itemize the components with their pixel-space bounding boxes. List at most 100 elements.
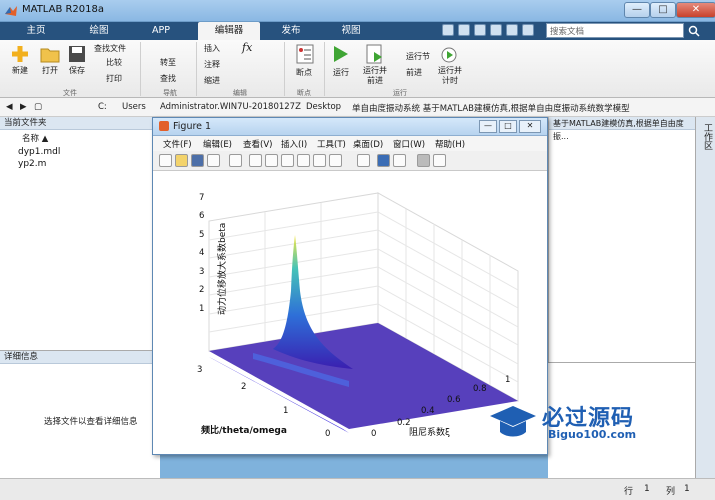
save-icon	[69, 46, 85, 62]
z-tick-label: 4	[199, 248, 204, 258]
new-icon	[12, 46, 28, 62]
cut-icon[interactable]	[458, 24, 470, 36]
tab-home[interactable]: 主页	[14, 22, 58, 40]
brush-icon[interactable]	[329, 154, 342, 167]
comment-button[interactable]: 注释	[204, 60, 220, 70]
breadcrumb-folder[interactable]: 单自由度振动系统 基于MATLAB建模仿真,根据单自由度振动系统数学模型	[352, 102, 630, 114]
forward-icon[interactable]: ▶	[20, 102, 27, 112]
figure-maximize-button[interactable]: □	[499, 120, 517, 133]
tab-view[interactable]: 视图	[326, 22, 376, 40]
breakpoints-button[interactable]: 断点	[288, 68, 320, 78]
zoom-out-icon[interactable]	[265, 154, 278, 167]
search-input[interactable]: 搜索文档	[546, 23, 684, 38]
current-folder-title: 当前文件夹	[0, 117, 159, 130]
open-icon[interactable]	[175, 154, 188, 167]
menu-view[interactable]: 查看(V)	[243, 138, 272, 150]
pan-icon[interactable]	[281, 154, 294, 167]
legend-icon[interactable]	[393, 154, 406, 167]
save-icon[interactable]	[191, 154, 204, 167]
breadcrumb-c[interactable]: C:	[98, 102, 107, 112]
tab-plots[interactable]: 绘图	[74, 22, 124, 40]
back-icon[interactable]: ◀	[6, 102, 13, 112]
z-tick-label: 3	[199, 267, 204, 277]
link-icon[interactable]	[357, 154, 370, 167]
x-tick-label: 0.6	[447, 395, 461, 405]
new-figure-icon[interactable]	[159, 154, 172, 167]
paste-icon[interactable]	[490, 24, 502, 36]
run-section-button[interactable]: 运行节	[406, 52, 430, 62]
redo-icon[interactable]	[522, 24, 534, 36]
maximize-button[interactable]: □	[650, 2, 676, 18]
goto-button[interactable]: 转至	[160, 58, 176, 68]
tab-editor[interactable]: 编辑器	[198, 22, 260, 40]
workspace-label: 工作区	[702, 123, 712, 150]
compare-button[interactable]: 比较	[106, 58, 122, 68]
close-button[interactable]: ✕	[676, 2, 715, 18]
z-tick-label: 2	[199, 285, 204, 295]
rotate-icon[interactable]	[297, 154, 310, 167]
z-tick-label: 7	[199, 193, 204, 203]
show-tools-icon[interactable]	[433, 154, 446, 167]
minimize-button[interactable]: —	[624, 2, 650, 18]
menu-edit[interactable]: 编辑(E)	[203, 138, 232, 150]
zoom-in-icon[interactable]	[249, 154, 262, 167]
breadcrumb-admin[interactable]: Administrator.WIN7U-20180127Z	[160, 102, 301, 112]
menu-tools[interactable]: 工具(T)	[317, 138, 346, 150]
details-message: 选择文件以查看详细信息	[44, 417, 138, 427]
file-item[interactable]: yp2.m	[18, 159, 46, 169]
title-bar: MATLAB R2018a — □ ✕	[0, 0, 715, 22]
file-group-label: 文件	[63, 89, 77, 97]
address-bar: ◀ ▶ ▢ C: Users Administrator.WIN7U-20180…	[0, 98, 715, 117]
copy-icon[interactable]	[474, 24, 486, 36]
menu-insert[interactable]: 插入(I)	[281, 138, 307, 150]
menu-window[interactable]: 窗口(W)	[393, 138, 425, 150]
data-cursor-icon[interactable]	[313, 154, 326, 167]
save-button[interactable]: 保存	[64, 66, 90, 76]
colorbar-icon[interactable]	[377, 154, 390, 167]
print-icon[interactable]	[207, 154, 220, 167]
ribbon-tab-bar: 主页 绘图 APP 编辑器 发布 视图 搜索文档	[0, 22, 715, 40]
advance-button[interactable]: 前进	[406, 68, 422, 78]
folder-up-icon[interactable]: ▢	[34, 102, 42, 112]
fx-button[interactable]: fx	[242, 42, 252, 53]
find-files-button[interactable]: 查找文件	[94, 44, 126, 54]
run-advance-button[interactable]: 运行并 前进	[358, 66, 392, 86]
breadcrumb-desktop[interactable]: Desktop	[306, 102, 341, 112]
editor-tab[interactable]: 基于MATLAB建模仿真,根据单自由度振...	[549, 117, 695, 141]
insert-button[interactable]: 插入	[204, 44, 220, 54]
x-axis-label: 阻尼系数ξ	[409, 426, 450, 438]
breadcrumb-users[interactable]: Users	[122, 102, 146, 112]
save-icon[interactable]	[442, 24, 454, 36]
undo-icon[interactable]	[506, 24, 518, 36]
file-item[interactable]: dyp1.mdl	[18, 147, 60, 157]
pointer-icon[interactable]	[229, 154, 242, 167]
new-button[interactable]: 新建	[4, 66, 36, 76]
indent-button[interactable]: 缩进	[204, 76, 220, 86]
menu-file[interactable]: 文件(F)	[163, 138, 192, 150]
find-button[interactable]: 查找	[160, 74, 176, 84]
figure-icon	[159, 121, 169, 131]
z-tick-label: 5	[199, 230, 204, 240]
menu-desktop[interactable]: 桌面(D)	[353, 138, 383, 150]
print-button[interactable]: 打印	[106, 74, 122, 84]
z-tick-label: 6	[199, 211, 204, 221]
run-button[interactable]: 运行	[326, 68, 356, 78]
workspace-sidebar[interactable]: 工作区	[695, 117, 715, 478]
figure-title-bar: Figure 1 — □ ✕	[153, 118, 547, 136]
hide-tools-icon[interactable]	[417, 154, 430, 167]
run-time-button[interactable]: 运行并 计时	[434, 66, 466, 86]
menu-help[interactable]: 帮助(H)	[435, 138, 465, 150]
figure-close-button[interactable]: ✕	[519, 120, 541, 133]
tab-publish[interactable]: 发布	[266, 22, 316, 40]
figure-minimize-button[interactable]: —	[479, 120, 497, 133]
run-group-label: 运行	[393, 89, 407, 97]
watermark-url: Biguo100.com	[548, 428, 637, 441]
x-tick-label: 0.2	[397, 418, 411, 428]
search-icon[interactable]	[688, 25, 700, 37]
y-axis-label: 频比/theta/omega	[201, 424, 287, 436]
tab-apps[interactable]: APP	[136, 22, 186, 40]
col-value: 1	[684, 484, 690, 494]
details-panel: 详细信息 选择文件以查看详细信息	[0, 350, 160, 478]
name-column-header[interactable]: 名称 ▲	[22, 132, 48, 144]
open-button[interactable]: 打开	[36, 66, 64, 76]
